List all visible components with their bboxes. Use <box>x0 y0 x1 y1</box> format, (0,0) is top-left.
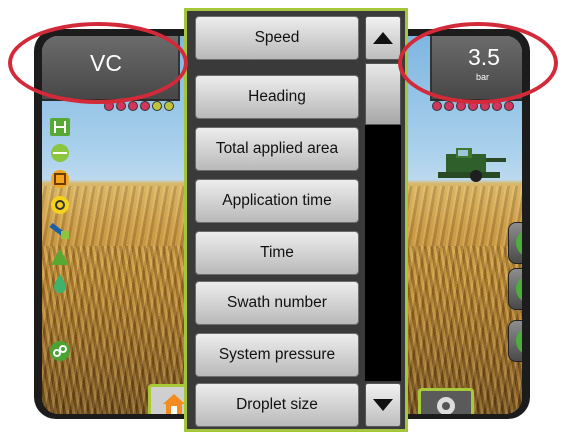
droplet-icon[interactable] <box>48 272 72 294</box>
callout-circle-left <box>8 22 188 104</box>
north-arrow-icon <box>516 231 522 255</box>
menu-item-application-time[interactable]: Application time <box>195 179 359 223</box>
target-button[interactable] <box>508 320 522 362</box>
scroll-down-button[interactable] <box>365 383 401 427</box>
boom-section <box>432 101 442 111</box>
arrow-down-icon <box>373 399 393 411</box>
callout-circle-right <box>398 22 558 104</box>
guidance-mode-icon[interactable] <box>48 116 72 138</box>
screen-mode-button[interactable] <box>508 268 522 310</box>
screen-mode-icon <box>516 277 522 301</box>
menu-item-speed[interactable]: Speed <box>195 16 359 60</box>
menu-item-droplet-size[interactable]: Droplet size <box>195 383 359 427</box>
settings-tab[interactable] <box>418 388 474 414</box>
target-icon <box>516 329 522 353</box>
marker-icon[interactable] <box>48 246 72 268</box>
gear-icon <box>437 397 455 414</box>
scroll-thumb[interactable] <box>365 63 401 125</box>
boom-section <box>444 101 454 111</box>
boom-section <box>128 101 138 111</box>
menu-item-time[interactable]: Time <box>195 231 359 275</box>
north-arrow-button[interactable] <box>508 222 522 264</box>
steering-icon[interactable] <box>48 194 72 216</box>
menu-item-system-pressure[interactable]: System pressure <box>195 333 359 377</box>
boom-section <box>164 101 174 111</box>
boundary-icon[interactable] <box>48 168 72 190</box>
scroll-up-button[interactable] <box>365 16 401 60</box>
rate-control-icon[interactable] <box>48 340 72 362</box>
menu-item-swath-number[interactable]: Swath number <box>195 281 359 325</box>
boom-section <box>504 101 514 111</box>
boom-section <box>140 101 150 111</box>
data-selection-menu: Speed Heading Total applied area Applica… <box>184 8 408 432</box>
arrow-up-icon <box>373 32 393 44</box>
menu-item-heading[interactable]: Heading <box>195 75 359 119</box>
left-toolbar <box>46 116 74 362</box>
boom-section <box>152 101 162 111</box>
combine-harvester-icon <box>438 148 506 182</box>
straight-ab-icon[interactable] <box>48 142 72 164</box>
implement-icon[interactable] <box>48 220 72 242</box>
menu-item-total-applied-area[interactable]: Total applied area <box>195 127 359 171</box>
